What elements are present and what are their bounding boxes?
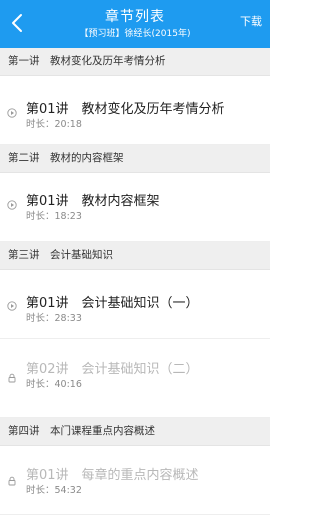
page-subtitle: 【预习班】徐经长(2015年) xyxy=(79,29,191,39)
lesson-duration: 时长：54:32 xyxy=(26,485,82,496)
lesson-title: 第01讲 教材变化及历年考情分析 xyxy=(26,102,225,117)
lock-icon xyxy=(8,373,16,383)
lock-icon xyxy=(8,476,16,486)
chevron-left-icon xyxy=(12,14,22,32)
section-header: 第四讲 本门课程重点内容概述 xyxy=(0,418,270,446)
back-button[interactable] xyxy=(6,10,28,36)
section-header: 第三讲 会计基础知识 xyxy=(0,242,270,270)
page-title: 章节列表 xyxy=(105,9,165,25)
play-icon xyxy=(7,301,17,311)
lesson-item-locked[interactable]: 第02讲 会计基础知识（二） 时长：40:16 xyxy=(0,339,270,418)
download-button[interactable]: 下载 xyxy=(240,15,262,29)
lesson-duration: 时长：20:18 xyxy=(26,119,82,130)
lesson-title: 第01讲 教材内容框架 xyxy=(26,194,160,209)
chapter-list: 第一讲 教材变化及历年考情分析 第01讲 教材变化及历年考情分析 时长：20:1… xyxy=(0,48,270,515)
lesson-title: 第01讲 会计基础知识（一） xyxy=(26,296,199,311)
lesson-item[interactable]: 第01讲 会计基础知识（一） 时长：28:33 xyxy=(0,270,270,339)
lesson-item-locked[interactable]: 第01讲 每章的重点内容概述 时长：54:32 xyxy=(0,446,270,515)
section-header: 第一讲 教材变化及历年考情分析 xyxy=(0,48,270,76)
play-icon xyxy=(7,108,17,118)
app-header: 章节列表 【预习班】徐经长(2015年) 下载 xyxy=(0,0,270,48)
lesson-title: 第02讲 会计基础知识（二） xyxy=(26,362,199,377)
section-header: 第二讲 教材的内容框架 xyxy=(0,145,270,173)
lesson-item[interactable]: 第01讲 教材变化及历年考情分析 时长：20:18 xyxy=(0,76,270,145)
lesson-duration: 时长：28:33 xyxy=(26,313,82,324)
lesson-item[interactable]: 第01讲 教材内容框架 时长：18:23 xyxy=(0,173,270,242)
lesson-title: 第01讲 每章的重点内容概述 xyxy=(26,468,199,483)
play-icon xyxy=(7,200,17,210)
lesson-duration: 时长：18:23 xyxy=(26,211,82,222)
lesson-duration: 时长：40:16 xyxy=(26,379,82,390)
